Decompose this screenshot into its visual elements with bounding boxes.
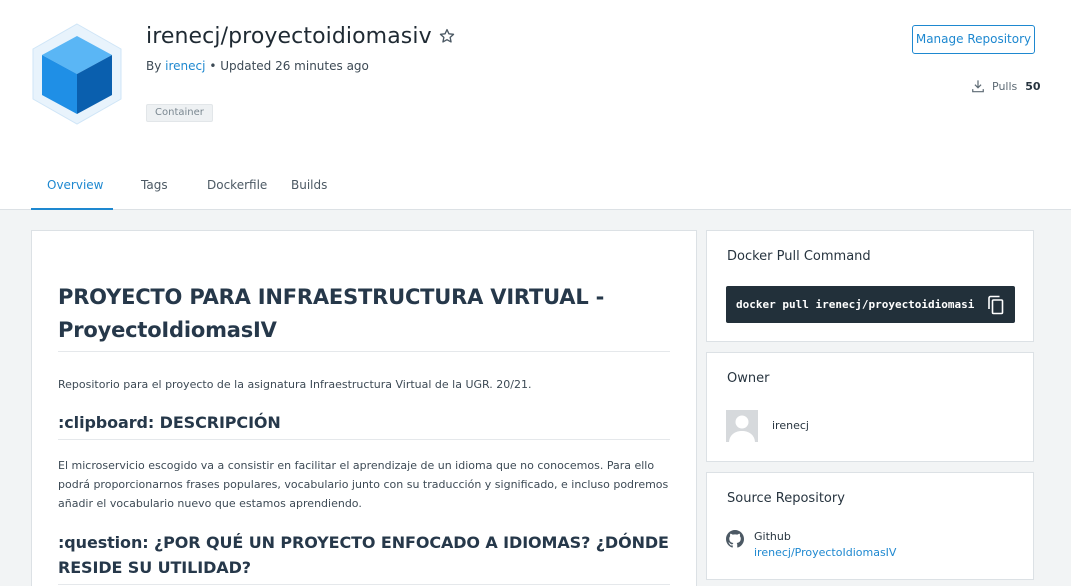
repo-tabs: Overview Tags Dockerfile Builds xyxy=(31,166,353,210)
description-heading: :clipboard: DESCRIPCIÓN xyxy=(58,411,670,440)
copy-icon[interactable] xyxy=(987,295,1005,315)
tab-overview[interactable]: Overview xyxy=(31,166,113,210)
repo-title: irenecj/proyectoidiomasiv xyxy=(146,24,432,49)
updated-text: • Updated 26 minutes ago xyxy=(209,59,369,73)
readme-intro: Repositorio para el proyecto de la asign… xyxy=(58,378,532,391)
source-repository-link[interactable]: irenecj/ProyectoIdiomasIV xyxy=(754,546,896,559)
container-badge: Container xyxy=(146,104,213,122)
source-repository-title: Source Repository xyxy=(727,491,845,506)
description-text: El microservicio escogido va a consistir… xyxy=(58,459,669,510)
owner-title: Owner xyxy=(727,371,770,386)
pulls-count: 50 xyxy=(1025,79,1041,93)
readme-title: PROYECTO PARA INFRAESTRUCTURA VIRTUAL - … xyxy=(58,281,670,352)
by-label: By xyxy=(146,59,162,73)
pull-command-text: docker pull irenecj/proyectoidiomasi xyxy=(736,298,975,311)
github-icon xyxy=(726,530,744,548)
why-heading: :question: ¿POR QUÉ UN PROYECTO ENFOCADO… xyxy=(58,530,670,585)
pull-command-card: Docker Pull Command docker pull irenecj/… xyxy=(706,230,1034,342)
tab-builds[interactable]: Builds xyxy=(283,166,353,210)
pull-command-title: Docker Pull Command xyxy=(727,249,871,264)
pulls-stat: Pulls 50 xyxy=(971,78,1041,94)
owner-link[interactable]: irenecj xyxy=(165,59,205,73)
tab-tags[interactable]: Tags xyxy=(125,166,181,210)
download-icon xyxy=(972,80,984,93)
readme-card: PROYECTO PARA INFRAESTRUCTURA VIRTUAL - … xyxy=(31,230,697,586)
pull-command-box[interactable]: docker pull irenecj/proyectoidiomasi xyxy=(726,286,1015,323)
container-cube-logo xyxy=(32,23,122,125)
repo-byline: By irenecj • Updated 26 minutes ago xyxy=(146,59,369,73)
source-repository-card: Source Repository Github irenecj/Proyect… xyxy=(706,472,1034,580)
avatar[interactable] xyxy=(726,410,758,442)
owner-card: Owner irenecj xyxy=(706,352,1034,462)
pulls-label: Pulls xyxy=(992,79,1018,93)
manage-repository-button[interactable]: Manage Repository xyxy=(912,25,1035,54)
repo-header: irenecj/proyectoidiomasiv By irenecj • U… xyxy=(0,0,1071,210)
tab-dockerfile[interactable]: Dockerfile xyxy=(191,166,283,210)
owner-name[interactable]: irenecj xyxy=(772,419,809,432)
source-provider: Github xyxy=(754,530,791,543)
star-icon[interactable] xyxy=(438,27,456,45)
